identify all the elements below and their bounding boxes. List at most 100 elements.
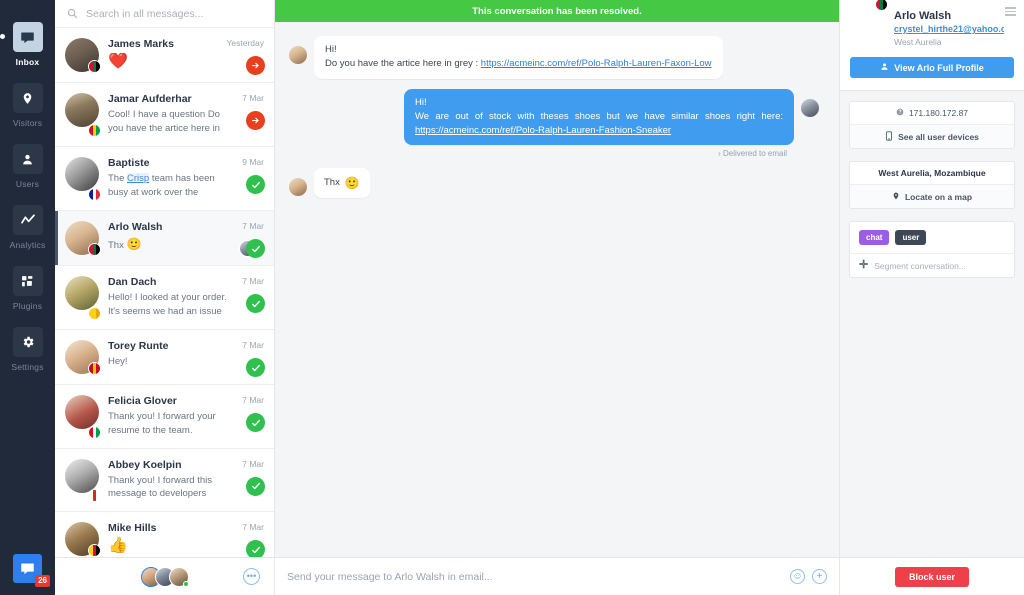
- contact-name: Mike Hills: [108, 522, 157, 535]
- search-input[interactable]: [86, 7, 262, 20]
- ellipsis-icon[interactable]: •••: [243, 568, 260, 585]
- composer-actions: ☺ +: [790, 569, 827, 584]
- country-flag-icon: [875, 0, 888, 11]
- nav-item-inbox[interactable]: Inbox: [0, 22, 55, 67]
- see-devices-label: See all user devices: [898, 131, 979, 142]
- tag-chat[interactable]: chat: [859, 230, 890, 245]
- contact-email[interactable]: crystel_hirthe21@yahoo.c: [894, 24, 1004, 34]
- see-devices-button[interactable]: See all user devices: [850, 125, 1014, 148]
- tag-user[interactable]: user: [895, 230, 927, 245]
- status-badge[interactable]: [246, 413, 265, 432]
- message-composer[interactable]: ☺ +: [275, 557, 839, 595]
- chart-icon: [12, 205, 43, 235]
- country-flag-icon: [88, 307, 101, 320]
- nav-label-settings: Settings: [11, 362, 44, 372]
- composer-input[interactable]: [287, 570, 790, 583]
- message-bubble: Hi! Do you have the artice here in grey …: [314, 36, 723, 79]
- status-badge[interactable]: [246, 294, 265, 313]
- list-item[interactable]: James Marks ❤️ Yesterday: [55, 28, 274, 83]
- message-incoming: Thx 🙂: [289, 168, 819, 199]
- status-badge[interactable]: [246, 476, 265, 496]
- nav-label-analytics: Analytics: [9, 240, 46, 250]
- contact-city: West Aurelia: [894, 37, 942, 47]
- timestamp: 7 Mar: [242, 221, 264, 231]
- message-link[interactable]: https://acmeinc.com/ref/Polo-Ralph-Laure…: [481, 58, 712, 69]
- help-icon: [896, 108, 904, 118]
- location-value: West Aurelia, Mozambique: [850, 162, 1014, 185]
- list-item-selected[interactable]: Arlo Walsh Thx 🙂 7 Mar: [55, 211, 274, 266]
- status-badge[interactable]: [246, 239, 265, 258]
- country-flag-icon: [88, 60, 101, 73]
- list-item[interactable]: Baptiste The Crisp team has been busy at…: [55, 147, 274, 211]
- country-flag-icon: [88, 489, 101, 503]
- inbox-icon: [12, 22, 43, 52]
- message-incoming: Hi! Do you have the artice here in grey …: [289, 36, 819, 79]
- contact-summary: Arlo Walsh crystel_hirthe21@yahoo.c West…: [850, 0, 1014, 47]
- list-item[interactable]: Dan Dach Hello! I looked at your order. …: [55, 266, 274, 330]
- plus-icon[interactable]: +: [812, 569, 827, 584]
- contact-name: Jamar Aufderhar: [108, 93, 192, 105]
- avatar: [65, 458, 101, 503]
- nav-item-users[interactable]: Users: [0, 144, 55, 189]
- pin-icon: [12, 83, 43, 113]
- nav-label-plugins: Plugins: [12, 301, 43, 311]
- sidebar-header: Arlo Walsh crystel_hirthe21@yahoo.c West…: [840, 0, 1024, 91]
- timestamp: 7 Mar: [242, 276, 264, 286]
- locate-on-map-button[interactable]: Locate on a map: [850, 185, 1014, 208]
- status-badge[interactable]: [246, 111, 265, 130]
- chat-bubble-icon[interactable]: 26: [13, 554, 50, 587]
- emoji-icon[interactable]: ☺: [790, 569, 805, 584]
- list-item[interactable]: Felicia Glover Thank you! I forward your…: [55, 385, 274, 449]
- status-badge[interactable]: [246, 540, 265, 557]
- avatar: [289, 178, 307, 197]
- list-item[interactable]: Jamar Aufderhar Cool! I have a question …: [55, 83, 274, 147]
- nav-item-plugins[interactable]: Plugins: [0, 266, 55, 311]
- block-user-button[interactable]: Block user: [894, 566, 970, 587]
- nav-item-settings[interactable]: Settings: [0, 327, 55, 372]
- status-badge[interactable]: [246, 56, 265, 75]
- avatar: [65, 395, 101, 439]
- phone-icon: [885, 130, 893, 143]
- operator-avatar[interactable]: [168, 566, 189, 587]
- message-preview: Cool! I have a question Do you have the …: [108, 109, 220, 134]
- status-badge[interactable]: [246, 358, 265, 377]
- view-full-profile-button[interactable]: View Arlo Full Profile: [850, 57, 1014, 78]
- message-preview: The Crisp team has been busy at work ove…: [108, 173, 215, 198]
- segment-placeholder: Segment conversation...: [874, 260, 966, 271]
- list-item[interactable]: Abbey Koelpin Thank you! I forward this …: [55, 448, 274, 513]
- avatar: [801, 98, 819, 117]
- message-line-2: Do you have the artice here in grey : ht…: [325, 58, 712, 70]
- message-preview: Hello! I looked at your order. It's seem…: [108, 292, 227, 317]
- nav-item-analytics[interactable]: Analytics: [0, 205, 55, 250]
- list-item[interactable]: Mike Hills 👍 7 Mar: [55, 512, 274, 557]
- emoji: 🙂: [126, 237, 142, 251]
- avatar: [65, 157, 101, 201]
- avatar: [65, 340, 101, 375]
- ip-address-row: 171.180.172.87: [850, 102, 1014, 125]
- view-full-profile-label: View Arlo Full Profile: [894, 62, 984, 73]
- message-link[interactable]: https://acmeinc.com/ref/Polo-Ralph-Laure…: [415, 125, 671, 136]
- country-flag-icon: [88, 124, 101, 137]
- primary-nav: Inbox Visitors Users Analytics Plugins S…: [0, 0, 55, 595]
- nav-label-visitors: Visitors: [12, 118, 43, 128]
- message-preview: ❤️: [108, 53, 128, 70]
- timestamp: 7 Mar: [242, 93, 264, 103]
- conversation-list-column: James Marks ❤️ Yesterday Jamar Aufderhar…: [55, 0, 275, 595]
- country-flag-icon: [88, 425, 101, 439]
- avatar: [289, 46, 307, 64]
- segments-card: chat user ✛ Segment conversation...: [849, 221, 1015, 278]
- list-item[interactable]: Torey Runte Hey! 7 Mar: [55, 330, 274, 385]
- avatar: [65, 276, 101, 320]
- search-bar[interactable]: [55, 0, 274, 28]
- user-icon: [12, 144, 43, 174]
- message-preview: 👍: [108, 537, 128, 555]
- timestamp: 7 Mar: [242, 340, 264, 350]
- timestamp: Yesterday: [226, 38, 265, 48]
- nav-item-visitors[interactable]: Visitors: [0, 83, 55, 128]
- hamburger-icon[interactable]: [1005, 7, 1016, 16]
- segment-conversation-input[interactable]: ✛ Segment conversation...: [850, 253, 1014, 277]
- message-outgoing: Hi! We are out of stock with theses shoe…: [289, 88, 819, 146]
- resolved-banner: This conversation has been resolved.: [275, 0, 839, 22]
- preview-link[interactable]: Crisp: [127, 173, 150, 184]
- status-badge[interactable]: [246, 175, 265, 194]
